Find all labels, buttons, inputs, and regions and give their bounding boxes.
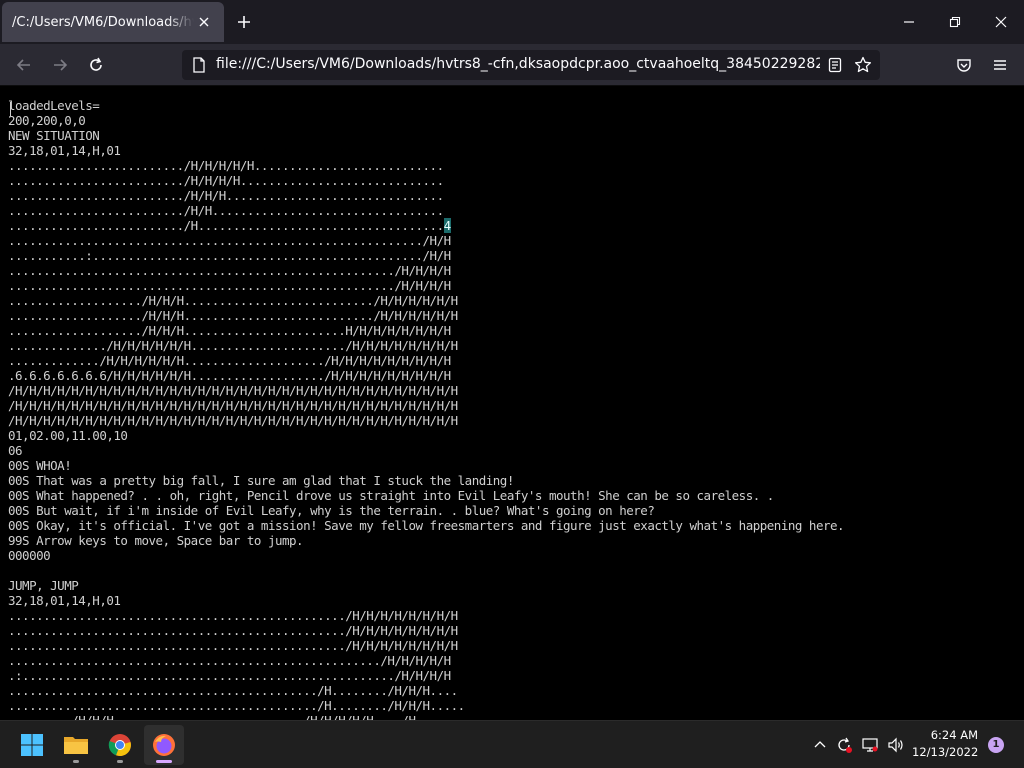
notification-badge[interactable]: 1 xyxy=(988,737,1004,753)
chrome-browser-icon[interactable] xyxy=(100,725,140,765)
running-indicator xyxy=(117,760,123,763)
clock-date: 12/13/2022 xyxy=(912,745,979,759)
close-tab-icon[interactable] xyxy=(194,12,214,32)
close-window-icon[interactable] xyxy=(978,0,1024,44)
page-content[interactable]: loadedLevels= 200,200,0,0 NEW SITUATION … xyxy=(0,86,1024,720)
hamburger-menu-icon[interactable] xyxy=(986,51,1014,79)
system-clock[interactable]: 6:24 AM 12/13/2022 xyxy=(912,727,978,761)
url-text[interactable]: file:///C:/Users/VM6/Downloads/hvtrs8_-c… xyxy=(216,56,820,72)
clock-time: 6:24 AM xyxy=(930,728,978,742)
document-text-before-highlight: loadedLevels= 200,200,0,0 NEW SITUATION … xyxy=(8,98,444,233)
back-arrow-icon[interactable] xyxy=(10,51,38,79)
browser-tab-active[interactable]: /C:/Users/VM6/Downloads/hvtrs8_-cfn,dksa… xyxy=(2,2,224,42)
document-text-after-highlight: ........................................… xyxy=(8,233,845,720)
find-highlight: 4 xyxy=(443,218,451,233)
firefox-browser-icon[interactable] xyxy=(144,725,184,765)
tab-strip: /C:/Users/VM6/Downloads/hvtrs8_-cfn,dksa… xyxy=(0,0,1024,44)
chevron-up-icon[interactable] xyxy=(810,735,830,755)
running-indicator xyxy=(156,760,172,763)
file-explorer-folder-icon[interactable] xyxy=(56,725,96,765)
forward-arrow-icon[interactable] xyxy=(46,51,74,79)
restore-window-icon[interactable] xyxy=(932,0,978,44)
plain-text-document[interactable]: loadedLevels= 200,200,0,0 NEW SITUATION … xyxy=(8,98,845,720)
reader-view-icon[interactable] xyxy=(828,57,842,77)
reload-icon[interactable] xyxy=(82,51,110,79)
new-tab-plus-icon[interactable] xyxy=(232,10,256,34)
sync-alert-icon[interactable] xyxy=(834,735,854,755)
text-cursor xyxy=(10,102,11,116)
page-file-icon xyxy=(192,57,206,77)
volume-speaker-icon[interactable] xyxy=(886,735,906,755)
start-menu-windows-icon[interactable] xyxy=(12,725,52,765)
minimize-window-icon[interactable] xyxy=(886,0,932,44)
pocket-icon[interactable] xyxy=(950,51,978,79)
navigation-toolbar: file:///C:/Users/VM6/Downloads/hvtrs8_-c… xyxy=(0,44,1024,86)
tab-title: /C:/Users/VM6/Downloads/hvtrs8_-cfn,dksa… xyxy=(12,14,194,30)
windows-taskbar: 6:24 AM 12/13/2022 1 xyxy=(0,720,1024,768)
address-bar[interactable]: file:///C:/Users/VM6/Downloads/hvtrs8_-c… xyxy=(182,50,880,80)
bookmark-star-icon[interactable] xyxy=(854,56,872,78)
network-display-icon[interactable] xyxy=(860,735,880,755)
running-indicator xyxy=(73,760,79,763)
